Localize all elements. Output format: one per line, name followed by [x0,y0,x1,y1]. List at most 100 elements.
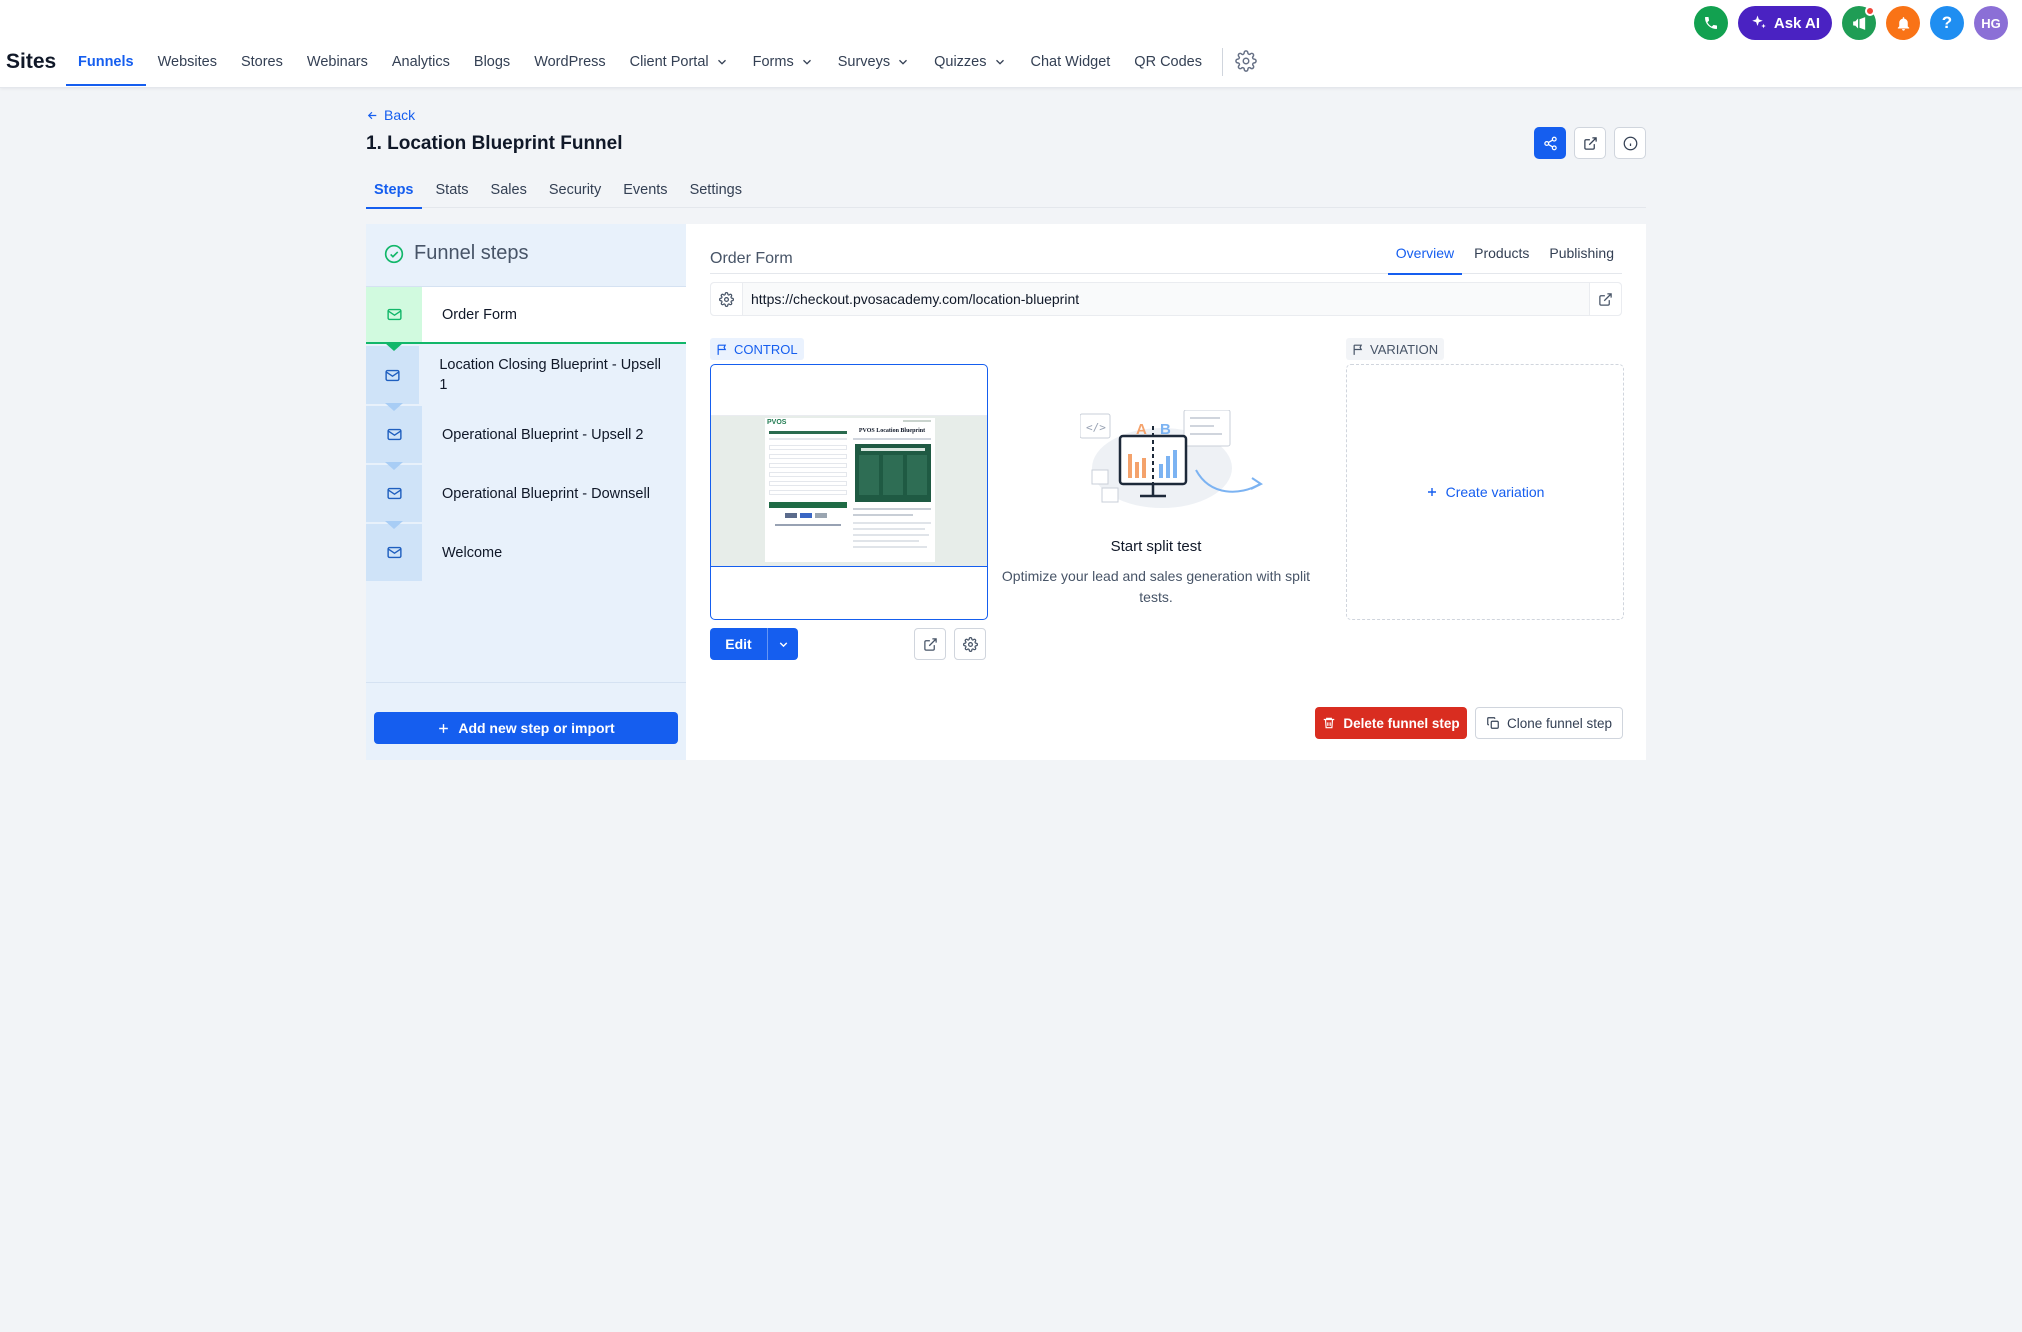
nav-item-webinars[interactable]: Webinars [295,40,380,84]
question-icon: ? [1941,13,1953,32]
help-button[interactable]: ? [1930,6,1964,40]
split-letter-a: A [1136,421,1147,438]
mail-icon [366,406,422,470]
nav-item-quizzes[interactable]: Quizzes [922,40,1018,84]
funnel-steps-panel: Funnel steps Order Form Location Closing… [366,224,686,760]
flag-icon [717,344,727,355]
nav-item-qr-codes[interactable]: QR Codes [1122,40,1214,84]
control-label: CONTROL [734,341,798,357]
step-url-bar: https://checkout.pvosacademy.com/locatio… [710,282,1622,316]
nav-item-websites[interactable]: Websites [146,40,229,84]
step-welcome[interactable]: Welcome [366,524,686,581]
step-label: Operational Blueprint - Downsell [442,485,650,502]
clone-funnel-step-button[interactable]: Clone funnel step [1475,707,1623,739]
external-link-icon [1583,136,1597,150]
nav-item-wordpress[interactable]: WordPress [522,40,617,84]
split-test-title: Start split test [1110,538,1202,555]
chevron-down-icon[interactable] [768,638,798,651]
tab-products[interactable]: Products [1466,240,1537,274]
nav-label: WordPress [534,54,606,70]
step-detail-tabs: Overview Products Publishing [710,240,1622,275]
back-link[interactable]: Back [366,107,415,123]
mail-icon [366,524,422,581]
nav-item-analytics[interactable]: Analytics [380,40,462,84]
plus-icon [1427,488,1436,496]
preview-headline: PVOS Location Blueprint [858,428,926,434]
control-settings-button[interactable] [954,628,986,660]
megaphone-icon [1852,16,1865,30]
tab-steps[interactable]: Steps [366,176,422,209]
tab-publishing[interactable]: Publishing [1541,240,1622,274]
nav-item-stores[interactable]: Stores [229,40,295,84]
svg-text:</>: </> [1086,421,1106,434]
settings-gear-icon[interactable] [1235,50,1259,74]
step-location-closing-upsell-1[interactable]: Location Closing Blueprint - Upsell 1 [366,346,686,411]
edit-label: Edit [710,628,768,660]
mail-icon [366,465,422,529]
nav-label: Chat Widget [1030,54,1111,70]
tab-events[interactable]: Events [615,176,675,208]
nav-item-funnels[interactable]: Funnels [66,40,146,86]
url-settings-button[interactable] [711,283,743,315]
nav-item-surveys[interactable]: Surveys [826,40,922,84]
nav-label: Analytics [391,54,450,70]
ask-ai-button[interactable]: Ask AI [1737,6,1832,40]
top-navigation-bar: Sites Funnels Websites Stores Webinars A… [0,0,2022,88]
chevron-down-icon [717,59,726,65]
plus-icon [439,723,449,733]
variation-label: VARIATION [1370,341,1439,357]
tab-sales[interactable]: Sales [483,176,535,208]
gear-icon [719,291,734,307]
tab-overview[interactable]: Overview [1387,240,1463,275]
tab-settings[interactable]: Settings [682,176,750,208]
notification-dot [1865,6,1875,16]
preview-open-button[interactable] [914,628,946,660]
nav-item-blogs[interactable]: Blogs [462,40,522,84]
check-circle-icon [384,244,404,263]
nav-item-client-portal[interactable]: Client Portal [618,40,741,84]
nav-item-chat-widget[interactable]: Chat Widget [1019,40,1123,84]
step-name: Order Form [710,250,793,267]
ask-ai-label: Ask AI [1773,14,1820,32]
avatar[interactable]: HG [1974,6,2008,40]
nav-label: Forms [752,54,794,70]
nav-label: Client Portal [629,54,709,70]
sparkle-icon [1752,15,1766,29]
gear-icon [962,636,978,652]
page-title: 1. Location Blueprint Funnel [366,133,623,154]
add-step-button[interactable]: Add new step or import [374,712,678,744]
step-label: Order Form [442,306,517,323]
nav-label: Blogs [473,54,511,70]
nav-label: Websites [157,54,217,70]
share-button[interactable] [1534,127,1566,159]
page-thumbnail: PVOS PVOS Location Blueprint [765,418,935,562]
notifications-button[interactable] [1886,6,1920,40]
open-url-button[interactable] [1589,283,1621,315]
open-external-button[interactable] [1574,127,1606,159]
nav-label: Webinars [306,54,368,70]
delete-funnel-step-button[interactable]: Delete funnel step [1315,707,1467,739]
split-letter-b: B [1160,421,1171,438]
step-order-form[interactable]: Order Form [366,287,686,351]
info-button[interactable] [1614,127,1646,159]
variation-placeholder: Create variation [1346,364,1624,620]
tab-stats[interactable]: Stats [428,176,477,208]
share-icon [1543,136,1557,150]
step-label: Welcome [442,544,503,561]
preview-thumbnail: PVOS PVOS Location Blueprint [711,415,987,567]
step-url[interactable]: https://checkout.pvosacademy.com/locatio… [743,291,1589,307]
edit-button[interactable]: Edit [710,628,798,660]
phone-icon [1704,17,1717,29]
control-page-preview[interactable]: PVOS PVOS Location Blueprint [710,364,988,620]
announcements-button[interactable] [1842,6,1876,40]
nav-item-forms[interactable]: Forms [741,40,826,84]
funnel-steps-header: Funnel steps [384,242,529,265]
phone-button[interactable] [1693,6,1728,40]
create-variation-button[interactable]: Create variation [1426,484,1544,500]
external-link-icon [923,637,937,651]
arrow-left-icon [367,111,377,119]
chevron-down-icon [899,59,908,65]
step-operational-downsell[interactable]: Operational Blueprint - Downsell [366,465,686,529]
step-operational-upsell-2[interactable]: Operational Blueprint - Upsell 2 [366,406,686,470]
tab-security[interactable]: Security [541,176,609,208]
